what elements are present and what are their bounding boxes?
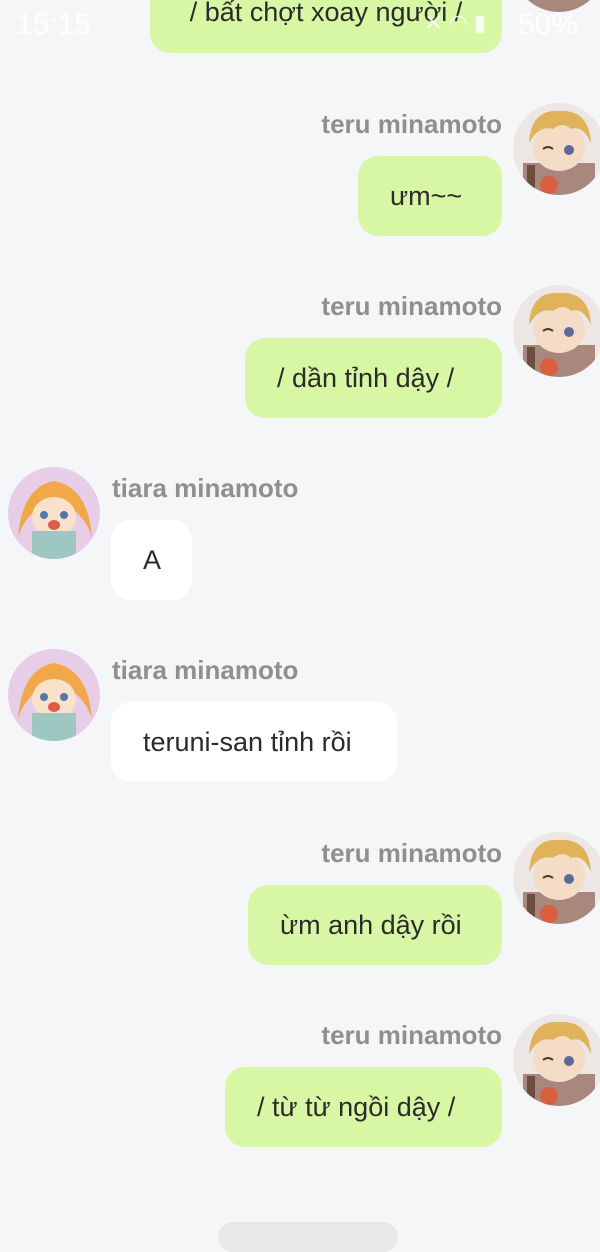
sender-name: teru minamoto	[321, 838, 502, 868]
signal-icon: ▮	[473, 10, 492, 35]
battery-level: 50%	[517, 8, 578, 41]
message-bubble[interactable]: / dần tỉnh dậy /	[245, 338, 502, 418]
teru-avatar[interactable]	[513, 103, 600, 195]
scroll-to-bottom-pill[interactable]	[218, 1222, 398, 1252]
sender-name: teru minamoto	[321, 1020, 502, 1050]
status-icons: ✕◠▮	[424, 10, 492, 36]
sender-name: tiara minamoto	[112, 473, 299, 503]
mute-icon: ✕	[424, 10, 449, 35]
sender-name: teru minamoto	[321, 109, 502, 139]
sender-name: tiara minamoto	[112, 655, 299, 685]
tiara-avatar[interactable]	[8, 649, 100, 741]
teru-avatar[interactable]	[513, 285, 600, 377]
teru-avatar[interactable]	[513, 1014, 600, 1106]
teru-avatar[interactable]	[513, 832, 600, 924]
sender-name: teru minamoto	[321, 291, 502, 321]
message-bubble[interactable]: ừm anh dậy rồi	[248, 885, 502, 965]
message-bubble[interactable]: A	[111, 520, 192, 600]
message-bubble[interactable]: ưm~~	[358, 156, 502, 236]
tiara-avatar[interactable]	[8, 467, 100, 559]
status-time: 15:15	[16, 8, 92, 41]
status-bar: 15:15 ✕◠▮ 50%	[0, 0, 600, 52]
wifi-icon: ◠	[448, 10, 474, 35]
message-bubble[interactable]: / từ từ ngồi dậy /	[225, 1067, 502, 1147]
message-bubble[interactable]: teruni-san tỉnh rồi	[111, 702, 397, 782]
